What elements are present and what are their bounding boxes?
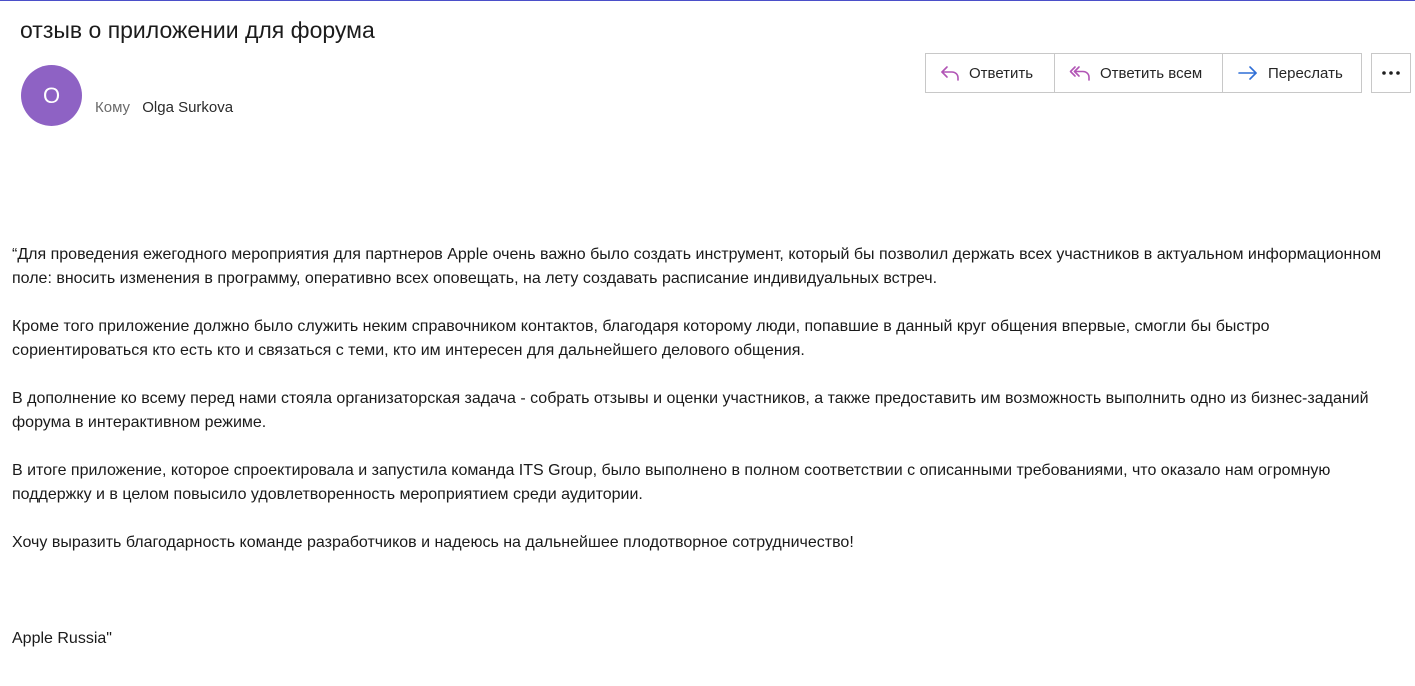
reply-all-icon: [1069, 66, 1090, 81]
email-subject: отзыв о приложении для форума: [20, 17, 375, 43]
recipient-name[interactable]: Olga Surkova: [142, 99, 233, 116]
reply-all-button[interactable]: Ответить всем: [1055, 54, 1223, 92]
body-paragraph: Хочу выразить благодарность команде разр…: [12, 534, 854, 551]
reply-icon: [941, 66, 959, 81]
forward-arrow-icon: [1238, 66, 1257, 80]
avatar-initial: O: [42, 82, 61, 108]
forward-label: Переслать: [1268, 64, 1343, 82]
sender-avatar: O: [21, 65, 82, 126]
body-paragraph: “Для проведения ежегодного мероприятия д…: [12, 246, 1382, 287]
to-label: Кому: [95, 99, 131, 116]
body-paragraph: В итоге приложение, которое спроектирова…: [12, 462, 1331, 503]
reply-all-label: Ответить всем: [1100, 64, 1203, 82]
body-paragraph: В дополнение ко всему перед нами стояла …: [12, 390, 1369, 431]
more-horizontal-icon: [1382, 71, 1400, 75]
recipient-row: Кому Olga Surkova: [95, 99, 233, 116]
signature: Apple Russia": [12, 630, 112, 647]
message-actions: Ответить Ответить всем Переслать: [925, 53, 1362, 93]
reply-label: Ответить: [969, 64, 1034, 82]
body-paragraph: Кроме того приложение должно было служит…: [12, 318, 1270, 359]
forward-button[interactable]: Переслать: [1223, 54, 1361, 92]
reply-button[interactable]: Ответить: [926, 54, 1055, 92]
more-actions-button[interactable]: [1371, 53, 1411, 93]
message-body: “Для проведения ежегодного мероприятия д…: [12, 243, 1407, 651]
